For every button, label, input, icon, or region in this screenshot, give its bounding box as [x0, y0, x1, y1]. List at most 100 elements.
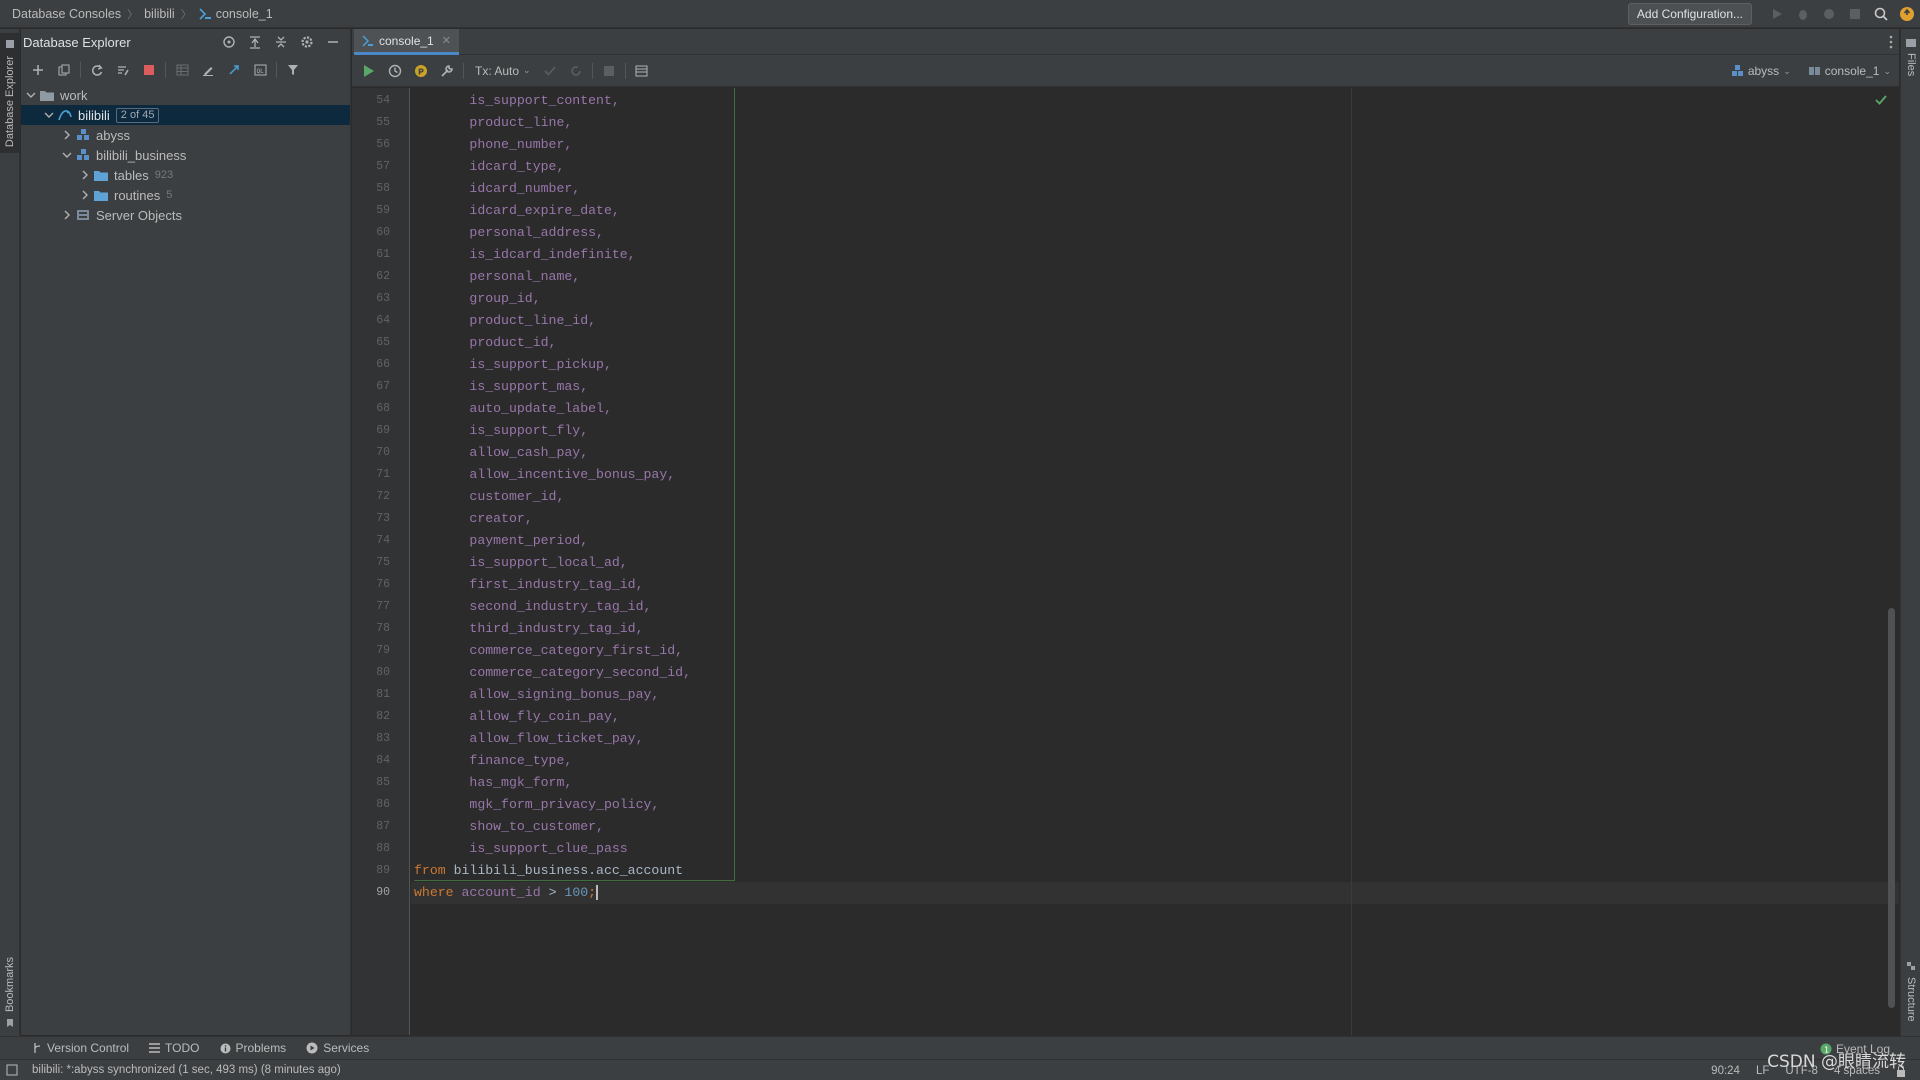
chevron-right-icon[interactable]	[77, 187, 93, 203]
tree-node-routines[interactable]: routines 5	[21, 185, 350, 205]
schema-count-badge[interactable]: 2 of 45	[115, 107, 160, 123]
gear-icon[interactable]	[294, 29, 320, 55]
line-number: 90	[376, 886, 390, 899]
vertical-scrollbar[interactable]	[1888, 608, 1895, 1008]
database-explorer-tab-label: Database Explorer	[4, 56, 16, 148]
caret-position[interactable]: 90:24	[1711, 1065, 1740, 1077]
code-line: allow_flow_ticket_pay,	[414, 728, 643, 750]
version-control-tab[interactable]: Version Control	[32, 1041, 129, 1055]
structure-tool-tab[interactable]: Structure	[1901, 959, 1920, 1031]
breadcrumb-bilibili[interactable]: bilibili	[144, 7, 175, 21]
files-tool-tab[interactable]: Files	[1901, 35, 1920, 85]
more-vertical-icon[interactable]	[1889, 29, 1893, 55]
current-line-highlight	[411, 882, 1899, 904]
filter-icon[interactable]	[280, 57, 306, 83]
jump-to-console-icon[interactable]	[221, 57, 247, 83]
sql-keyword: from	[414, 863, 446, 878]
table-icon[interactable]	[169, 57, 195, 83]
parameters-icon[interactable]: P	[408, 58, 434, 84]
code-line: mgk_form_privacy_policy,	[414, 794, 659, 816]
inspection-ok-icon[interactable]	[1875, 94, 1887, 109]
tree-node-bilibili[interactable]: bilibili 2 of 45	[21, 105, 350, 125]
right-tool-strip: Files Structure	[1900, 29, 1920, 1059]
tree-node-server-objects[interactable]: Server Objects	[21, 205, 350, 225]
code-line: third_industry_tag_id,	[414, 618, 643, 640]
line-number: 79	[376, 644, 390, 657]
copy-icon[interactable]	[51, 57, 77, 83]
line-number: 72	[376, 490, 390, 503]
locate-icon[interactable]	[216, 29, 242, 55]
transaction-mode-dropdown[interactable]: Tx: Auto ⌄	[475, 64, 531, 78]
todo-tab[interactable]: TODO	[149, 1041, 200, 1055]
breadcrumb-separator-icon: 〉	[180, 8, 192, 21]
operator: >	[548, 885, 557, 900]
add-configuration-button[interactable]: Add Configuration...	[1627, 3, 1752, 25]
chevron-down-icon[interactable]	[59, 147, 75, 163]
collapse-all-icon[interactable]	[268, 29, 294, 55]
properties-icon[interactable]	[110, 57, 136, 83]
cancel-running-icon[interactable]	[596, 58, 622, 84]
bookmarks-tool-tab[interactable]: Bookmarks	[0, 957, 20, 1037]
tx-mode-label: Tx: Auto	[475, 63, 520, 78]
code-line: allow_signing_bonus_pay,	[414, 684, 659, 706]
coverage-icon[interactable]	[1816, 0, 1842, 28]
database-explorer-tool-tab[interactable]: Database Explorer	[0, 33, 20, 153]
chevron-right-icon[interactable]	[59, 127, 75, 143]
schema-selector-label: abyss	[1747, 64, 1780, 78]
problems-tab[interactable]: Problems	[220, 1041, 287, 1055]
editor-tab-bar: console_1 ✕	[352, 29, 1899, 55]
services-tab[interactable]: Services	[306, 1041, 369, 1055]
minimize-icon[interactable]	[320, 29, 346, 55]
commit-icon[interactable]	[537, 58, 563, 84]
schema-selector-dropdown[interactable]: abyss ⌄	[1731, 64, 1791, 78]
wrench-icon[interactable]	[434, 58, 460, 84]
sql-console-icon[interactable]: QL	[247, 57, 273, 83]
chevron-right-icon[interactable]	[59, 207, 75, 223]
breadcrumb-console[interactable]: console_1	[216, 7, 273, 21]
chevron-down-icon[interactable]	[23, 87, 39, 103]
status-window-icon[interactable]	[6, 1064, 18, 1076]
column-identifier: first_industry_tag_id,	[469, 577, 644, 592]
right-margin-guide	[1351, 88, 1352, 1035]
history-icon[interactable]	[382, 58, 408, 84]
debug-icon[interactable]	[1790, 0, 1816, 28]
services-label: Services	[323, 1041, 370, 1055]
chevron-right-icon[interactable]	[77, 167, 93, 183]
tree-node-work[interactable]: work	[21, 85, 350, 105]
code-line: is_support_clue_pass	[414, 838, 627, 860]
expand-all-icon[interactable]	[242, 29, 268, 55]
tree-node-tables[interactable]: tables 923	[21, 165, 350, 185]
chevron-down-icon[interactable]	[41, 107, 57, 123]
execute-icon[interactable]	[356, 58, 382, 84]
tab-console-1[interactable]: console_1 ✕	[354, 29, 459, 55]
breadcrumb-database-consoles[interactable]: Database Consoles	[12, 7, 121, 21]
breadcrumb: Database Consoles 〉 bilibili 〉 console_1	[0, 0, 273, 28]
output-layout-icon[interactable]	[629, 58, 655, 84]
line-number: 63	[376, 292, 390, 305]
close-icon[interactable]: ✕	[442, 34, 451, 47]
update-icon[interactable]	[1894, 0, 1920, 28]
sql-editor[interactable]: 54 55 56 57 58 59 60 61 62 63 64 65 66 67 68 69 70 71 72 73…	[352, 88, 1899, 1035]
edit-icon[interactable]	[195, 57, 221, 83]
stop-icon[interactable]	[1842, 0, 1868, 28]
tree-node-abyss[interactable]: abyss	[21, 125, 350, 145]
run-icon[interactable]	[1764, 0, 1790, 28]
add-icon[interactable]	[25, 57, 51, 83]
line-number: 58	[376, 182, 390, 195]
column-identifier: is_support_mas,	[469, 379, 589, 394]
editor-region: console_1 ✕ P Tx: Auto ⌄ abyss ⌄ console…	[352, 29, 1899, 1035]
tree-node-bilibili-business[interactable]: bilibili_business	[21, 145, 350, 165]
rollback-icon[interactable]	[563, 58, 589, 84]
version-control-label: Version Control	[47, 1041, 130, 1055]
code-line: finance_type,	[414, 750, 572, 772]
tree-label: bilibili_business	[96, 147, 187, 163]
refresh-icon[interactable]	[84, 57, 110, 83]
problems-label: Problems	[235, 1041, 287, 1055]
status-message[interactable]: bilibili: *:abyss synchronized (1 sec, 4…	[32, 1064, 341, 1076]
disconnect-icon[interactable]	[136, 57, 162, 83]
session-selector-dropdown[interactable]: console_1 ⌄	[1808, 64, 1891, 78]
search-icon[interactable]	[1868, 0, 1894, 28]
